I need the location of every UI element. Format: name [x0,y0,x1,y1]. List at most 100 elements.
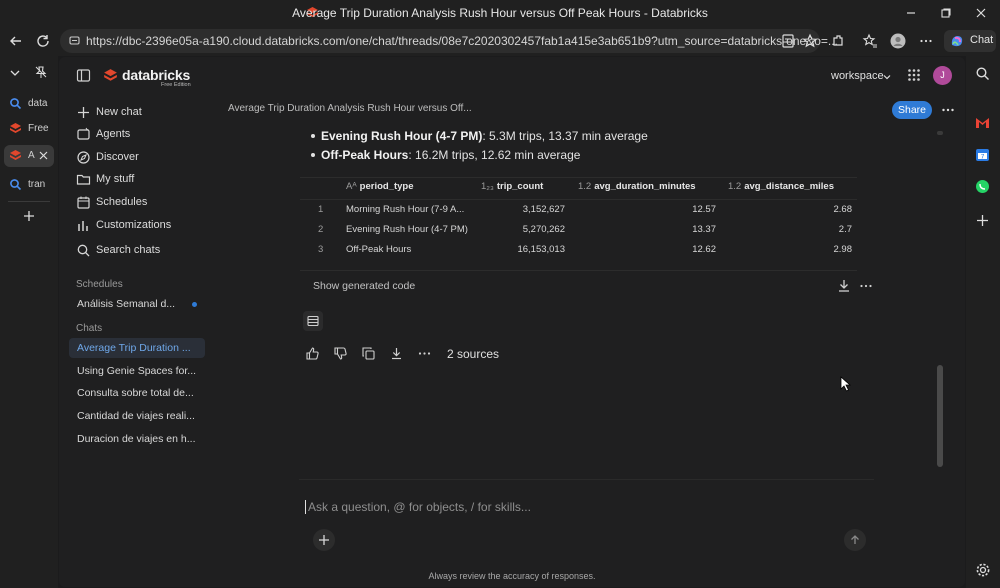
whatsapp-icon[interactable] [975,179,990,194]
schedule-item-label: Análisis Semanal d... [77,298,176,310]
minimize-icon[interactable] [904,6,918,20]
thumbs-up-icon[interactable] [305,346,321,362]
copy-icon[interactable] [361,346,377,362]
chat-item-label: Average Trip Duration ... [77,342,191,354]
nav-label: Discover [96,151,139,163]
databricks-icon [9,122,22,135]
gmail-icon[interactable] [975,116,990,129]
tab-tran[interactable]: tran [4,174,54,196]
show-generated-code-toggle[interactable]: Show generated code [313,279,443,295]
chat-item[interactable]: Cantidad de viajes reali... [69,406,205,426]
column-header[interactable]: Aᴬ period_type [346,181,414,192]
more-options-icon[interactable] [858,278,874,294]
chat-item[interactable]: Using Genie Spaces for... [69,361,205,381]
nav-agents[interactable]: Agents [76,125,206,145]
restore-icon[interactable] [939,6,953,20]
chat-item-selected[interactable]: Average Trip Duration ... [69,338,205,358]
nav-discover[interactable]: Discover [76,148,206,168]
chat-button-label: Chat [970,34,994,46]
window-title: Average Trip Duration Analysis Rush Hour… [292,6,708,20]
reader-mode-icon[interactable] [780,33,796,49]
calendar-app-icon[interactable]: 7 [975,147,990,162]
apps-grid-icon[interactable] [907,68,921,82]
sidebar-toggle-icon[interactable] [76,68,91,83]
scrollbar-thumb[interactable] [937,365,943,467]
workspace-selector[interactable]: workspace [831,69,893,85]
browser-sidebar: 7 [966,56,1000,588]
url-text[interactable]: https://dbc-2396e05a-a190.cloud.databric… [86,34,838,48]
logo-text: databricks [122,67,191,83]
address-bar[interactable]: https://dbc-2396e05a-a190.cloud.databric… [60,29,838,53]
more-options-icon[interactable] [417,346,433,362]
more-options-icon[interactable] [918,33,934,49]
calendar-icon [76,195,91,210]
table-view-button[interactable] [303,311,323,331]
nav-search-chats[interactable]: Search chats [76,241,206,261]
column-name: avg_distance_miles [744,181,834,192]
app-sidebar: New chat Agents Discover My stuff Schedu… [59,95,211,587]
nav-schedules[interactable]: Schedules [76,193,206,213]
extensions-icon[interactable] [830,33,846,49]
vertical-tabs-panel: data Free A tran [0,56,58,588]
nav-new-chat[interactable]: New chat [76,103,206,123]
chat-item[interactable]: Duracion de viajes en h... [69,429,205,449]
refresh-icon[interactable] [35,33,51,49]
back-icon[interactable] [8,33,24,49]
scrollbar-up-arrow[interactable] [937,131,943,135]
collapse-tabs-icon[interactable] [9,67,21,79]
attach-button[interactable] [313,529,335,551]
section-divider [300,270,857,271]
more-options-icon[interactable] [941,103,955,117]
favorite-star-icon[interactable] [802,33,818,49]
download-icon[interactable] [389,346,405,362]
databricks-logo[interactable]: databricks Free Edition [103,67,203,91]
site-info-icon[interactable] [68,34,81,47]
column-name: trip_count [496,181,544,192]
plus-icon [76,105,91,120]
chat-item[interactable]: Consulta sobre total de... [69,383,205,403]
cell-avg-distance: 2.68 [833,204,853,215]
bullet-text: : 16.2M trips, 12.62 min average [408,148,581,162]
add-app-icon[interactable] [975,213,990,228]
tab-active-databricks[interactable]: A [4,145,54,167]
column-header[interactable]: 1₂₃ trip_count [481,181,543,192]
send-button[interactable] [844,529,866,551]
sources-link[interactable]: 2 sources [447,347,499,361]
share-button[interactable]: Share [892,101,932,119]
cell-period-type: Off-Peak Hours [346,244,412,255]
table-icon [307,315,319,327]
search-icon [76,243,91,258]
copilot-chat-button[interactable]: Chat [944,30,996,52]
column-header[interactable]: 1.2 avg_distance_miles [728,181,834,192]
profile-icon[interactable] [890,33,906,49]
nav-label: My stuff [96,173,135,185]
table-row[interactable]: 1 Morning Rush Hour (7-9 A... 3,152,627 … [300,199,857,219]
new-tab-icon[interactable] [22,209,36,223]
schedule-item[interactable]: Análisis Semanal d... [69,294,205,314]
pin-off-icon[interactable] [34,65,48,79]
nav-my-stuff[interactable]: My stuff [76,170,206,190]
tab-data[interactable]: data [4,93,54,115]
close-window-icon[interactable] [974,6,988,20]
avatar-initial: J [940,70,945,80]
tab-free[interactable]: Free [4,118,54,140]
settings-gear-icon[interactable] [975,562,991,578]
column-header[interactable]: 1.2 avg_duration_minutes [578,181,696,192]
row-index: 2 [318,224,324,235]
show-code-label: Show generated code [313,280,416,292]
thumbs-down-icon[interactable] [333,346,349,362]
chevron-down-icon [883,73,891,81]
download-icon[interactable] [836,278,852,294]
nav-customizations[interactable]: Customizations [76,216,206,236]
search-icon[interactable] [975,66,990,81]
folder-icon [76,172,91,187]
table-row[interactable]: 3 Off-Peak Hours 16,153,013 12.62 2.98 [300,239,857,259]
close-tab-icon[interactable] [38,150,49,161]
favorites-icon[interactable] [862,33,878,49]
tabs-divider [8,201,50,202]
chat-input[interactable]: Ask a question, @ for objects, / for ski… [305,498,825,516]
cell-period-type: Morning Rush Hour (7-9 A... [346,204,465,215]
avatar[interactable]: J [933,66,952,85]
share-label: Share [897,104,927,116]
table-row[interactable]: 2 Evening Rush Hour (4-7 PM) 5,270,262 1… [300,219,857,239]
